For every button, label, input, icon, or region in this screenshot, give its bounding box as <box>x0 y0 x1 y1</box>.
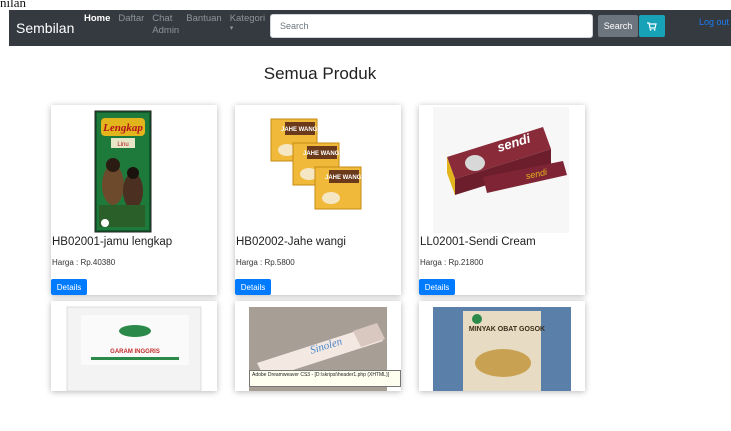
navbar: Sembilan Home Daftar Chat Admin Bantuan … <box>9 10 731 46</box>
nav-home[interactable]: Home <box>84 13 110 37</box>
search-button[interactable]: Search <box>598 15 638 37</box>
product-6-label: MINYAK OBAT GOSOK <box>469 326 545 333</box>
product-card: Lengkap Linu HB02001-jamu lengkap Harga … <box>51 105 217 295</box>
taskbar-tooltip: Adobe Dreamweaver CS3 - [D:\skripsi\head… <box>249 370 401 387</box>
product-2-label-1: JAHE WANGI <box>281 127 319 133</box>
logout-link[interactable]: Log out <box>699 17 729 27</box>
product-2-label-2: JAHE WANGI <box>303 151 341 157</box>
product-price: Harga : Rp.40380 <box>52 258 116 267</box>
product-image[interactable]: sendi sendi <box>419 105 585 235</box>
product-image[interactable]: Lengkap Linu <box>51 105 217 235</box>
search-input[interactable] <box>270 14 593 38</box>
nav-kategori-dropdown[interactable]: Kategori ▾ <box>230 13 265 37</box>
product-title[interactable]: HB02001-jamu lengkap <box>52 236 172 248</box>
nav-links: Home Daftar Chat Admin Bantuan Kategori … <box>84 13 273 37</box>
product-card: GARAM INGGRIS <box>51 301 217 392</box>
nav-chat-admin[interactable]: Chat Admin <box>152 13 179 37</box>
details-button[interactable]: Details <box>235 279 271 295</box>
product-card: JAHE WANGI JAHE WANGI JAHE WANGI HB02002… <box>235 105 401 295</box>
product-image[interactable]: MINYAK OBAT GOSOK <box>419 301 585 431</box>
product-image[interactable]: Sinolen <box>235 301 401 431</box>
nav-daftar[interactable]: Daftar <box>118 13 144 37</box>
product-4-label: GARAM INGGRIS <box>110 349 160 355</box>
product-title[interactable]: HB02002-Jahe wangi <box>236 236 346 248</box>
product-1-label: Lengkap <box>102 122 143 134</box>
details-button[interactable]: Details <box>51 279 87 295</box>
product-title[interactable]: LL02001-Sendi Cream <box>420 236 536 248</box>
product-price: Harga : Rp.21800 <box>420 258 484 267</box>
details-button[interactable]: Details <box>419 279 455 295</box>
cart-icon <box>647 21 657 31</box>
cart-button[interactable] <box>639 15 665 37</box>
product-image[interactable]: JAHE WANGI JAHE WANGI JAHE WANGI <box>235 105 401 235</box>
brand-logo[interactable]: Sembilan <box>16 20 84 36</box>
product-2-label-3: JAHE WANGI <box>325 175 363 181</box>
product-card: sendi sendi LL02001-Sendi Cream Harga : … <box>419 105 585 295</box>
product-1-sublabel: Linu <box>117 142 128 148</box>
product-image[interactable]: GARAM INGGRIS <box>51 301 217 431</box>
product-price: Harga : Rp.5800 <box>236 258 295 267</box>
nav-kategori-label: Kategori <box>229 13 266 24</box>
page-title: Semua Produk <box>263 64 377 83</box>
caret-down-icon: ▾ <box>229 25 234 32</box>
nav-bantuan[interactable]: Bantuan <box>186 13 221 37</box>
product-card: MINYAK OBAT GOSOK <box>419 301 585 391</box>
